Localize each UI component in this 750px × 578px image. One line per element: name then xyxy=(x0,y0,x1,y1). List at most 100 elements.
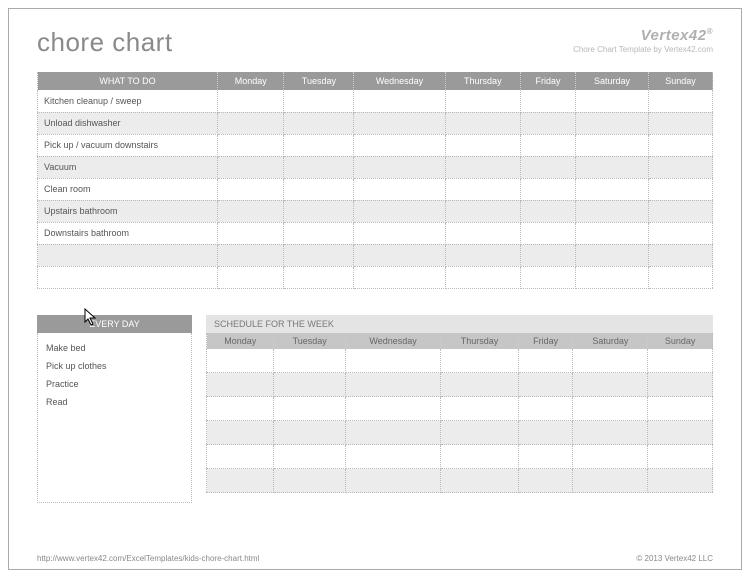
chore-cell xyxy=(218,156,284,178)
chore-cell xyxy=(354,222,445,244)
chore-day-header: Monday xyxy=(218,72,284,90)
table-row xyxy=(207,373,713,397)
schedule-cell xyxy=(274,421,345,445)
chore-cell xyxy=(520,244,575,266)
schedule-header-row: Monday Tuesday Wednesday Thursday Friday… xyxy=(207,333,713,349)
chore-cell xyxy=(520,266,575,288)
schedule-cell xyxy=(207,469,274,493)
brand-block: Vertex42® Chore Chart Template by Vertex… xyxy=(573,27,713,54)
schedule-cell xyxy=(648,349,713,373)
chore-cell xyxy=(354,244,445,266)
schedule-cell xyxy=(518,421,573,445)
chore-cell xyxy=(520,200,575,222)
everyday-header: EVERY DAY xyxy=(37,315,192,333)
chore-cell xyxy=(648,156,712,178)
chore-cell xyxy=(648,244,712,266)
table-row xyxy=(38,266,713,288)
schedule-day-header: Thursday xyxy=(441,333,518,349)
schedule-cell xyxy=(274,445,345,469)
schedule-cell xyxy=(345,397,440,421)
chore-cell xyxy=(284,266,354,288)
brand-name: Vertex42 xyxy=(641,27,707,44)
schedule-day-header: Wednesday xyxy=(345,333,440,349)
schedule-cell xyxy=(441,421,518,445)
schedule-cell xyxy=(345,373,440,397)
schedule-cell xyxy=(345,349,440,373)
schedule-title: SCHEDULE FOR THE WEEK xyxy=(206,315,713,333)
footer: http://www.vertex42.com/ExcelTemplates/k… xyxy=(37,554,713,563)
chore-header-whattodo: WHAT TO DO xyxy=(38,72,218,90)
chore-cell xyxy=(354,178,445,200)
chore-cell xyxy=(218,178,284,200)
chore-label-cell: Unload dishwasher xyxy=(38,112,218,134)
everyday-item: Pick up clothes xyxy=(46,357,183,375)
chore-cell xyxy=(576,134,649,156)
chore-day-header: Thursday xyxy=(445,72,520,90)
chore-cell xyxy=(445,134,520,156)
chore-cell xyxy=(354,112,445,134)
schedule-day-header: Sunday xyxy=(648,333,713,349)
everyday-item: Make bed xyxy=(46,339,183,357)
schedule-cell xyxy=(573,421,648,445)
schedule-cell xyxy=(648,469,713,493)
schedule-cell xyxy=(207,421,274,445)
chore-cell xyxy=(218,112,284,134)
schedule-cell xyxy=(518,373,573,397)
chore-cell xyxy=(218,266,284,288)
schedule-day-header: Friday xyxy=(518,333,573,349)
chore-day-header: Sunday xyxy=(648,72,712,90)
footer-copyright: © 2013 Vertex42 LLC xyxy=(636,554,713,563)
chore-cell xyxy=(648,134,712,156)
chore-cell xyxy=(576,178,649,200)
chore-label-cell: Downstairs bathroom xyxy=(38,222,218,244)
schedule-cell xyxy=(207,373,274,397)
schedule-cell xyxy=(441,349,518,373)
chore-cell xyxy=(284,200,354,222)
chore-cell xyxy=(218,244,284,266)
chore-label-cell: Upstairs bathroom xyxy=(38,200,218,222)
table-row: Downstairs bathroom xyxy=(38,222,713,244)
schedule-cell xyxy=(207,445,274,469)
chore-cell xyxy=(445,112,520,134)
table-row: Upstairs bathroom xyxy=(38,200,713,222)
schedule-cell xyxy=(573,469,648,493)
chore-label-cell: Vacuum xyxy=(38,156,218,178)
schedule-cell xyxy=(573,397,648,421)
schedule-cell xyxy=(648,373,713,397)
chore-cell xyxy=(354,156,445,178)
chore-cell xyxy=(218,90,284,112)
footer-url: http://www.vertex42.com/ExcelTemplates/k… xyxy=(37,554,259,563)
table-row xyxy=(207,469,713,493)
schedule-cell xyxy=(441,373,518,397)
chore-cell xyxy=(576,222,649,244)
schedule-panel: SCHEDULE FOR THE WEEK Monday Tuesday Wed… xyxy=(206,315,713,503)
schedule-cell xyxy=(518,469,573,493)
header: chore chart Vertex42® Chore Chart Templa… xyxy=(37,27,713,58)
chore-cell xyxy=(218,200,284,222)
chore-cell xyxy=(520,156,575,178)
schedule-cell xyxy=(345,421,440,445)
chore-cell xyxy=(648,112,712,134)
chore-day-header: Friday xyxy=(520,72,575,90)
schedule-cell xyxy=(441,397,518,421)
schedule-cell xyxy=(518,445,573,469)
brand-logo: Vertex42® xyxy=(573,27,713,44)
schedule-cell xyxy=(207,349,274,373)
chore-cell xyxy=(520,112,575,134)
table-row: Pick up / vacuum downstairs xyxy=(38,134,713,156)
chore-day-header: Tuesday xyxy=(284,72,354,90)
chore-cell xyxy=(576,112,649,134)
chore-cell xyxy=(520,90,575,112)
schedule-cell xyxy=(441,445,518,469)
schedule-day-header: Monday xyxy=(207,333,274,349)
chore-cell xyxy=(648,266,712,288)
everyday-item: Read xyxy=(46,393,183,411)
everyday-item: Practice xyxy=(46,375,183,393)
schedule-cell xyxy=(648,397,713,421)
table-row xyxy=(207,397,713,421)
chore-cell xyxy=(445,200,520,222)
chore-cell xyxy=(520,134,575,156)
chore-cell xyxy=(284,112,354,134)
chore-label-cell xyxy=(38,244,218,266)
table-row xyxy=(38,244,713,266)
